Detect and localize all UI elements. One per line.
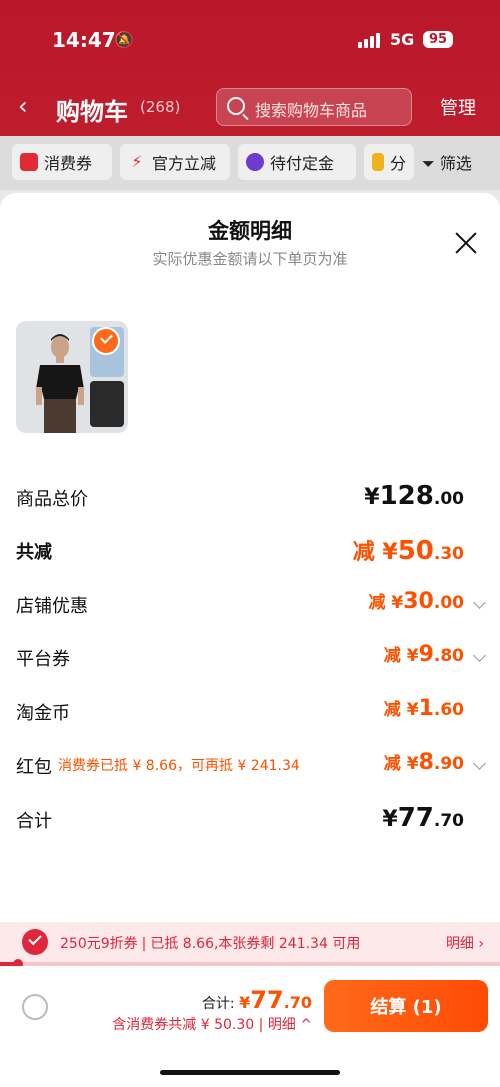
chip-label: 分 bbox=[389, 154, 406, 173]
row-value: 减 ¥9.80 bbox=[383, 642, 464, 667]
chip-pending-deposit[interactable]: 待付定金 bbox=[238, 144, 356, 180]
chip-label: 待付定金 bbox=[270, 154, 335, 173]
row-platform-coupon[interactable]: 平台券 减 ¥9.80 bbox=[16, 639, 486, 679]
coupon-icon bbox=[20, 153, 38, 171]
chevron-down-icon bbox=[473, 596, 486, 609]
folder-icon bbox=[372, 153, 384, 171]
row-value: 减 ¥30.00 bbox=[368, 589, 464, 614]
home-indicator bbox=[160, 1070, 340, 1075]
funnel-icon: ⏷ bbox=[422, 154, 435, 173]
coupon-bar[interactable]: 250元9折券 | 已抵 8.66,本张券剩 241.34 可用 明细 › bbox=[0, 922, 500, 962]
filter-label: 筛选 bbox=[439, 154, 472, 173]
page-title: 购物车 bbox=[56, 98, 128, 126]
lightning-icon: ⚡ bbox=[131, 152, 143, 171]
chevron-down-icon bbox=[473, 649, 486, 662]
product-thumbnail[interactable] bbox=[16, 321, 128, 433]
total-label: 合计: bbox=[201, 996, 240, 1012]
row-value: 减 ¥1.60 bbox=[383, 696, 464, 721]
search-placeholder: 搜索购物车商品 bbox=[255, 101, 368, 120]
chip-consumer-coupon[interactable]: 消费券 bbox=[12, 144, 112, 180]
row-label: 红包 bbox=[16, 757, 52, 778]
row-value: ¥128.00 bbox=[364, 481, 464, 511]
row-label: 淘金币 bbox=[16, 703, 70, 724]
row-label: 共减 bbox=[16, 542, 52, 563]
status-time: 14:47 bbox=[52, 28, 116, 52]
red-packet-note: 消费券已抵 ¥ 8.66，可再抵 ¥ 241.34 bbox=[58, 758, 300, 774]
mute-bell-icon: 🔕 bbox=[114, 30, 134, 49]
checkout-button[interactable]: 结算 (1) bbox=[324, 980, 488, 1032]
row-taojinbi: 淘金币 减 ¥1.60 bbox=[16, 693, 486, 733]
chevron-down-icon bbox=[473, 757, 486, 770]
selected-check-icon bbox=[92, 327, 120, 355]
row-total-discount: 共减 减 ¥50.30 bbox=[16, 532, 486, 572]
row-value: ¥77.70 bbox=[382, 803, 464, 833]
row-value: 减 ¥50.30 bbox=[352, 536, 464, 566]
row-label: 商品总价 bbox=[16, 489, 88, 510]
chip-label: 消费券 bbox=[44, 154, 93, 173]
row-red-packet[interactable]: 红包 消费券已抵 ¥ 8.66，可再抵 ¥ 241.34 减 ¥8.90 bbox=[16, 747, 486, 787]
saved-line: 含消费券共减 ¥ 50.30 | 明细 ^ bbox=[112, 1017, 312, 1033]
filter-button[interactable]: ⏷ 筛选 bbox=[422, 150, 472, 174]
variant-thumb bbox=[90, 381, 124, 427]
manage-button[interactable]: 管理 bbox=[440, 94, 476, 120]
row-sum: 合计 ¥77.70 bbox=[16, 801, 486, 841]
back-chevron-icon[interactable]: ‹ bbox=[18, 92, 28, 120]
row-value: 减 ¥8.90 bbox=[383, 750, 464, 775]
row-label: 店铺优惠 bbox=[16, 596, 88, 617]
product-model-image bbox=[36, 334, 84, 433]
row-label: 合计 bbox=[16, 811, 52, 832]
search-input[interactable]: 搜索购物车商品 bbox=[216, 88, 412, 126]
coupon-info: 已抵 8.66,本张券剩 241.34 可用 bbox=[150, 936, 361, 952]
cart-header: ‹ 购物车 (268) 搜索购物车商品 管理 bbox=[0, 86, 500, 130]
battery-icon: 95 bbox=[423, 31, 454, 48]
total-value: ¥77.70 bbox=[239, 986, 312, 1014]
clock-icon bbox=[246, 153, 264, 171]
search-icon bbox=[227, 97, 245, 115]
chip-official-discount[interactable]: ⚡ 官方立减 bbox=[120, 144, 230, 180]
coupon-text: 250元9折券 | 已抵 8.66,本张券剩 241.34 可用 bbox=[60, 933, 360, 953]
total-line: 合计: ¥77.70 bbox=[202, 986, 312, 1014]
bottom-checkout-bar: 合计: ¥77.70 含消费券共减 ¥ 50.30 | 明细 ^ 结算 (1) bbox=[0, 966, 500, 1087]
network-type: 5G bbox=[390, 30, 415, 49]
status-bar: 14:47 🔕 5G 95 bbox=[0, 26, 500, 56]
row-shop-discount[interactable]: 店铺优惠 减 ¥30.00 bbox=[16, 586, 486, 626]
coupon-detail-link[interactable]: 明细 › bbox=[446, 933, 484, 953]
close-icon[interactable] bbox=[454, 231, 478, 255]
saved-amount: 含消费券共减 ¥ 50.30 bbox=[112, 1017, 255, 1033]
signal-icon bbox=[358, 32, 382, 48]
coupon-check-icon[interactable] bbox=[22, 929, 48, 955]
sheet-title: 金额明细 bbox=[208, 219, 292, 243]
row-total-price: 商品总价 ¥128.00 bbox=[16, 479, 486, 519]
divider: | bbox=[141, 936, 147, 952]
filter-chip-bar: 消费券 ⚡ 官方立减 待付定金 分 ⏷ 筛选 bbox=[0, 136, 500, 190]
row-label: 平台券 bbox=[16, 649, 70, 670]
cart-count: (268) bbox=[140, 98, 181, 116]
chip-category[interactable]: 分 bbox=[364, 144, 414, 180]
select-all-checkbox[interactable] bbox=[22, 994, 48, 1020]
chip-label: 官方立减 bbox=[152, 154, 217, 173]
sheet-subtitle: 实际优惠金额请以下单页为准 bbox=[152, 250, 348, 268]
bottom-detail-link[interactable]: 明细 ^ bbox=[268, 1017, 312, 1033]
coupon-name: 250元9折券 bbox=[60, 936, 138, 952]
